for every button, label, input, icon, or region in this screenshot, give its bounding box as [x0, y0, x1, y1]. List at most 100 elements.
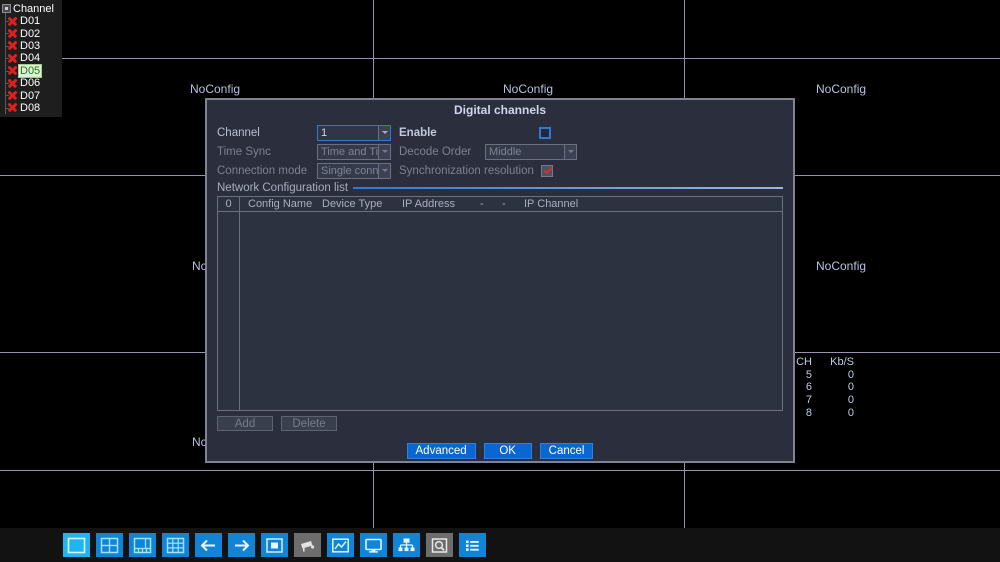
advanced-button[interactable]: Advanced: [406, 443, 476, 459]
red-x-icon: [7, 28, 18, 39]
table-body: [218, 212, 782, 410]
channel-tree-panel: Channel D01 D02 D03 D04 D05 D06 D07 D08: [0, 0, 62, 118]
chevron-down-icon[interactable]: [564, 144, 576, 159]
bitrate-kbs: 0: [847, 406, 854, 419]
sidebar-item-label: D07: [20, 89, 41, 102]
dialog-form: Channel 1 Enable Time Sync Time and Tir …: [207, 120, 793, 194]
table-index-column: [218, 212, 240, 410]
connection-mode-label: Connection mode: [217, 164, 308, 177]
sidebar-item-label: D01: [20, 15, 41, 28]
decode-order-select-value: Middle: [489, 145, 522, 158]
list-action-buttons: Add Delete: [207, 411, 793, 431]
network-config-list-header: Network Configuration list: [217, 182, 783, 194]
red-x-icon: [7, 53, 18, 64]
single-view-icon[interactable]: [63, 533, 90, 557]
quad-view-icon[interactable]: [96, 533, 123, 557]
bitrate-row: 6 0: [790, 381, 854, 394]
bitrate-row: 7 0: [790, 394, 854, 407]
ptz-icon[interactable]: [261, 533, 288, 557]
bitrate-header-kbs: Kb/S: [830, 356, 854, 369]
sidebar-item-label: D02: [20, 27, 41, 40]
sidebar-item-d08[interactable]: D08: [0, 99, 62, 115]
bitrate-overlay: CH Kb/S 5 0 6 0 7 0 8 0: [790, 356, 854, 419]
bitrate-row: 8 0: [790, 406, 854, 419]
table-header-index: 0: [218, 197, 240, 211]
sidebar-item-d02[interactable]: D02: [0, 25, 62, 40]
grid-divider-horizontal: [0, 58, 1000, 59]
channel-select-value: 1: [321, 126, 328, 139]
taskbar: [0, 528, 1000, 562]
bitrate-kbs: 0: [847, 394, 854, 407]
chevron-down-icon[interactable]: [378, 163, 390, 178]
sidebar-item-d04[interactable]: D04: [0, 50, 62, 65]
bitrate-header-row: CH Kb/S: [790, 356, 854, 369]
chevron-down-icon[interactable]: [378, 144, 390, 159]
form-row-channel: Channel 1 Enable: [217, 124, 783, 141]
section-divider: [353, 187, 783, 189]
sidebar-item-d01[interactable]: D01: [0, 12, 62, 28]
time-sync-select-value: Time and Tir: [321, 145, 378, 158]
playback-chart-icon[interactable]: [327, 533, 354, 557]
decode-order-label: Decode Order: [399, 145, 472, 158]
digital-channels-dialog: Digital channels Channel 1 Enable Time S…: [205, 98, 795, 463]
sync-resolution-label: Synchronization resolution: [399, 164, 534, 177]
camera-icon[interactable]: [294, 533, 321, 557]
expander-icon[interactable]: [2, 4, 11, 13]
nine-view-icon[interactable]: [162, 533, 189, 557]
table-header-dash-1: -: [480, 198, 484, 210]
dialog-title: Digital channels: [453, 103, 547, 117]
time-sync-select[interactable]: Time and Tir: [317, 143, 391, 160]
form-row-time-sync: Time Sync Time and Tir Decode Order Midd…: [217, 143, 783, 160]
pane-label-noconfig: NoConfig: [816, 259, 867, 273]
table-header-device-type: Device Type: [322, 198, 383, 210]
sidebar-item-d03[interactable]: D03: [0, 37, 62, 53]
monitor-icon[interactable]: [360, 533, 387, 557]
hdd-icon[interactable]: [426, 533, 453, 557]
decode-order-select[interactable]: Middle: [485, 143, 577, 160]
network-config-table[interactable]: 0 Config Name Device Type IP Address - -…: [217, 196, 783, 411]
red-x-icon: [7, 40, 18, 51]
sync-resolution-checkbox[interactable]: [541, 164, 553, 177]
red-x-icon: [7, 102, 18, 113]
cancel-button[interactable]: Cancel: [539, 443, 594, 459]
channel-tree-root[interactable]: Channel: [0, 2, 62, 15]
table-header-dash-2: -: [502, 198, 506, 210]
sidebar-item-label: D04: [20, 52, 41, 65]
chevron-down-icon[interactable]: [378, 125, 390, 140]
channel-select[interactable]: 1: [317, 124, 391, 141]
sidebar-item-d05[interactable]: D05: [0, 62, 62, 78]
table-header-ip-address: IP Address: [402, 198, 455, 210]
ok-button[interactable]: OK: [483, 443, 532, 459]
connection-mode-select-value: Single conne: [321, 164, 378, 177]
pane-label-noconfig: NoConfig: [816, 82, 867, 96]
main-menu-list-icon[interactable]: [459, 533, 486, 557]
arrow-left-icon[interactable]: [195, 533, 222, 557]
sidebar-item-label: D05: [17, 63, 43, 78]
bitrate-row: 5 0: [790, 369, 854, 382]
sidebar-item-label: D06: [20, 77, 41, 90]
table-header-row: 0 Config Name Device Type IP Address - -…: [218, 197, 782, 212]
delete-button[interactable]: Delete: [281, 416, 337, 431]
time-sync-label: Time Sync: [217, 145, 271, 158]
enable-label: Enable: [399, 126, 437, 139]
enable-checkbox[interactable]: [539, 126, 551, 139]
sidebar-item-d06[interactable]: D06: [0, 74, 62, 90]
add-button[interactable]: Add: [217, 416, 273, 431]
table-header-ip-channel: IP Channel: [524, 198, 579, 210]
red-x-icon: [7, 90, 18, 101]
dvr-screen: NoConfig NoConfig NoConfig Nc NoConfig N…: [0, 0, 1000, 562]
network-tree-icon[interactable]: [393, 533, 420, 557]
connection-mode-select[interactable]: Single conne: [317, 162, 391, 179]
sidebar-item-d07[interactable]: D07: [0, 87, 62, 102]
pane-label-noconfig: NoConfig: [503, 82, 554, 96]
red-x-icon: [7, 78, 18, 89]
sidebar-item-label: D03: [20, 39, 41, 52]
table-header-config-name: Config Name: [248, 198, 313, 210]
six-view-icon[interactable]: [129, 533, 156, 557]
red-x-icon: [7, 65, 18, 76]
bitrate-kbs: 0: [847, 368, 854, 381]
form-row-connection-mode: Connection mode Single conne Synchroniza…: [217, 162, 783, 179]
arrow-right-icon[interactable]: [228, 533, 255, 557]
pane-label-noconfig: NoConfig: [190, 82, 241, 96]
dialog-action-buttons: Advanced OK Cancel: [207, 443, 793, 459]
